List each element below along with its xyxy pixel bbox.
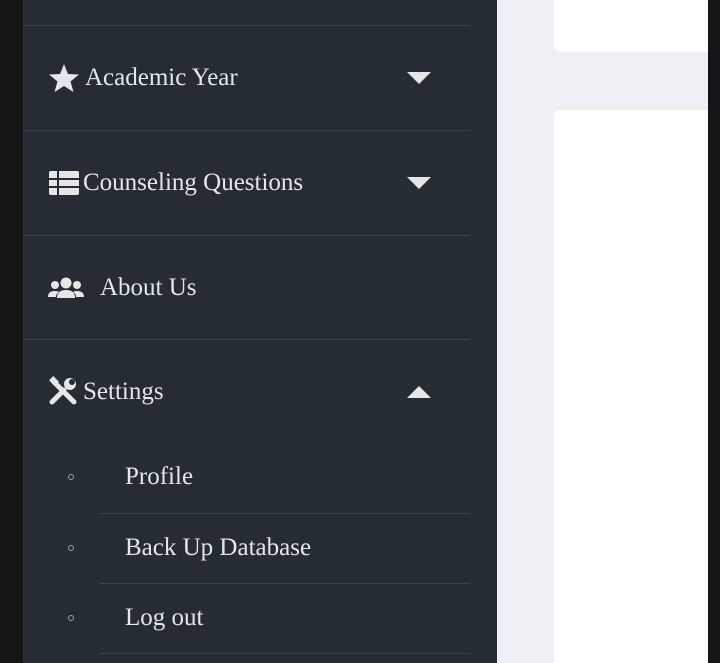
submenu-item-label: Profile: [125, 463, 194, 490]
left-bezel: [0, 0, 23, 663]
sidebar-item-about-us[interactable]: About Us: [23, 236, 470, 340]
tools-icon: [49, 376, 77, 405]
table-icon: [49, 171, 79, 195]
submenu-item-label: Log out: [125, 604, 204, 631]
caret-down-icon: [407, 72, 431, 84]
submenu-divider: [99, 653, 470, 654]
star-icon: [49, 64, 79, 92]
caret-up-icon: [407, 386, 431, 398]
top-card: [554, 0, 708, 52]
right-bezel: [708, 0, 720, 663]
submenu-item-log-out[interactable]: Log out: [23, 583, 470, 653]
circle-bullet-icon: [68, 545, 74, 551]
sidebar-item-settings[interactable]: Settings: [23, 340, 470, 444]
circle-bullet-icon: [68, 615, 74, 621]
caret-down-icon: [407, 177, 431, 189]
submenu-item-profile[interactable]: Profile: [23, 442, 470, 512]
sidebar-item-label: Settings: [83, 378, 164, 405]
sidebar-item-label: Counseling Questions: [83, 169, 304, 196]
users-icon: [48, 277, 84, 298]
submenu-item-back-up-database[interactable]: Back Up Database: [23, 513, 470, 583]
main-card: 3 2 2: [554, 110, 708, 663]
sidebar-item-label: About Us: [100, 274, 197, 301]
main-content: 3 2 2: [497, 0, 708, 663]
sidebar-item-counseling-questions[interactable]: Counseling Questions: [23, 131, 470, 235]
submenu-item-label: Back Up Database: [125, 534, 312, 561]
sidebar-item-academic-year[interactable]: Academic Year: [23, 26, 470, 130]
circle-bullet-icon: [68, 474, 74, 480]
sidebar: Academic Year Counseling Questions About…: [23, 0, 497, 663]
app-frame: Academic Year Counseling Questions About…: [0, 0, 720, 663]
sidebar-item-label: Academic Year: [85, 64, 238, 91]
